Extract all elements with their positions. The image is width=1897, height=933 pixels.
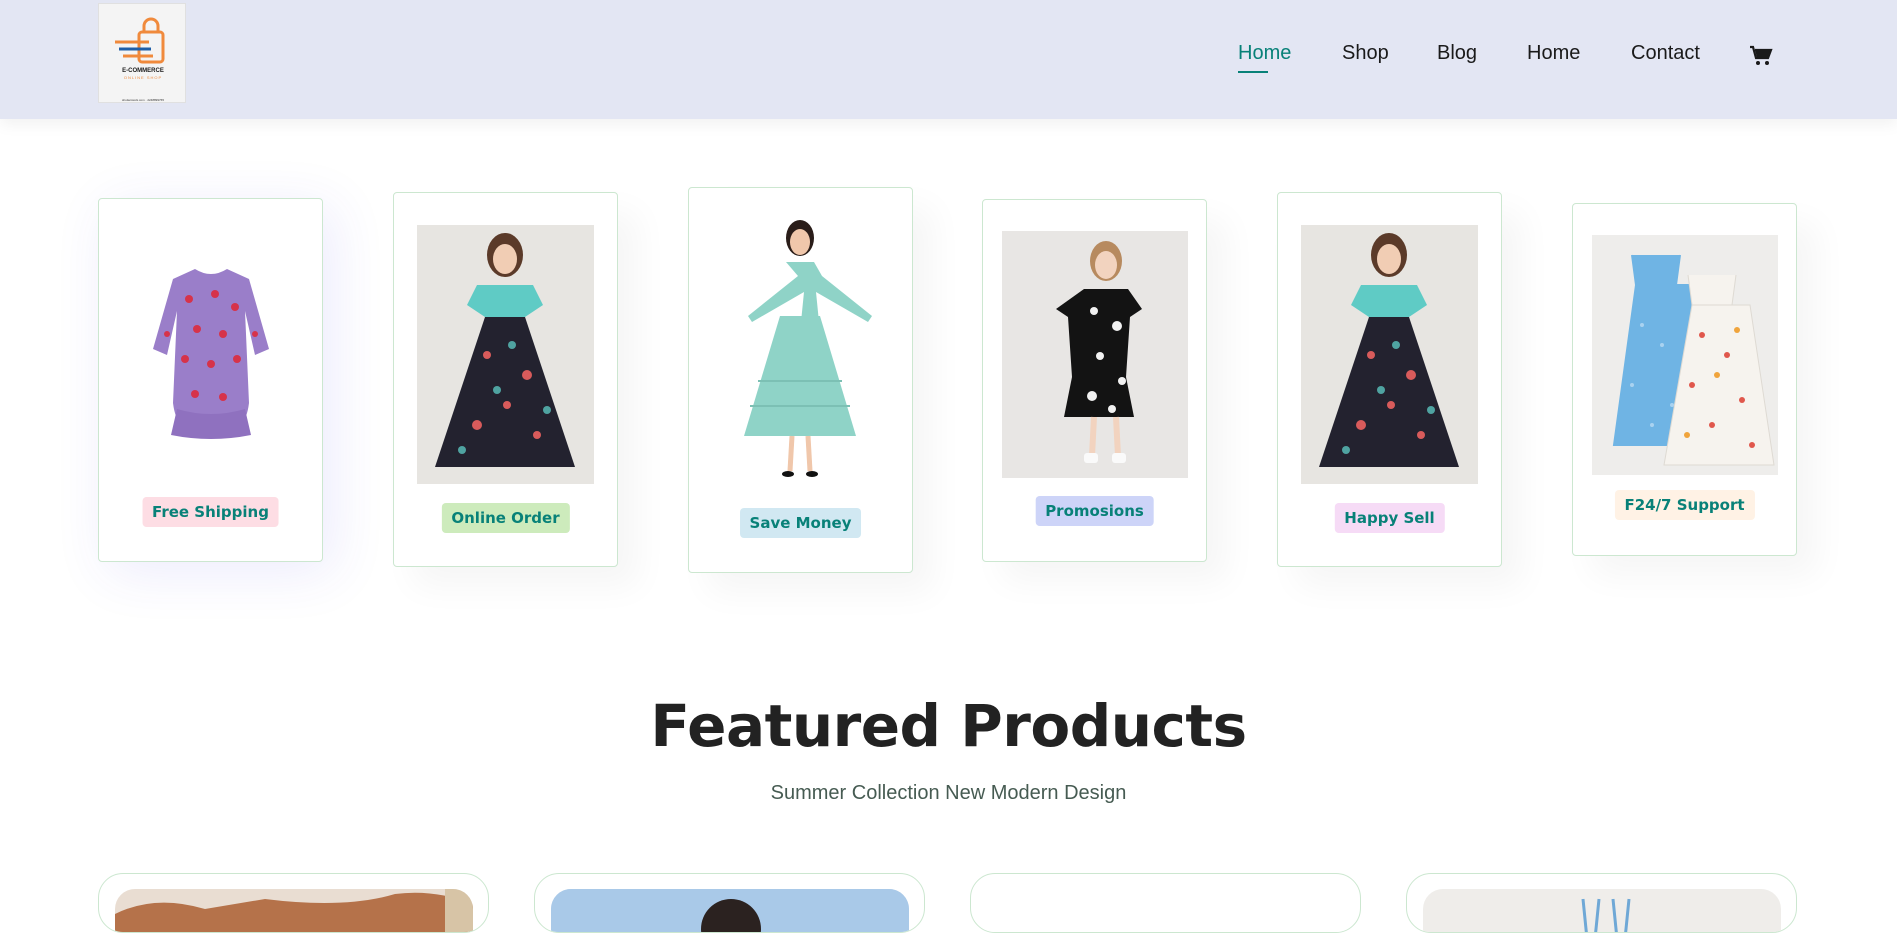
feature-label: Online Order [441,503,570,533]
product-card[interactable] [1406,873,1797,933]
nav-home[interactable]: Home [1238,42,1291,65]
nav-shop[interactable]: Shop [1342,42,1389,65]
feature-box-promosions[interactable]: Promosions [982,199,1207,562]
feature-box-save-money[interactable]: Save Money [688,187,913,573]
feature-image-teal-top-skirt [1301,225,1478,484]
active-nav-underline [1238,71,1268,73]
featured-products-title: Featured Products [650,692,1247,760]
logo-footer: shutterstock.com · 2248899765 [121,98,165,102]
feature-box-online-order[interactable]: Online Order [393,192,618,567]
feature-image-sundresses [1592,235,1778,475]
site-header: E-COMMERCE ONLINE SHOP shutterstock.com … [0,0,1897,119]
feature-image-black-floral-dress [1002,231,1188,478]
feature-label: Save Money [739,508,862,538]
feature-box-support[interactable]: F24/7 Support [1572,203,1797,556]
product-image [115,889,473,932]
product-card[interactable] [98,873,489,933]
logo-subtitle: ONLINE SHOP [123,75,163,80]
shopping-cart-icon[interactable] [1749,44,1773,68]
feature-label: F24/7 Support [1614,490,1755,520]
product-card[interactable] [534,873,925,933]
feature-image-teal-top-skirt [417,225,594,484]
feature-box-happy-sell[interactable]: Happy Sell [1277,192,1502,567]
feature-label: Happy Sell [1334,503,1445,533]
product-image [551,889,909,932]
feature-box-free-shipping[interactable]: Free Shipping [98,198,323,562]
feature-label: Free Shipping [142,497,279,527]
nav-blog[interactable]: Blog [1437,42,1477,65]
main-nav: Home Shop Blog Home Contact [0,42,1897,73]
product-image [1423,889,1781,932]
product-card[interactable] [970,873,1361,933]
nav-home-2[interactable]: Home [1527,42,1580,65]
feature-image-purple-dress [137,259,285,444]
feature-label: Promosions [1035,496,1154,526]
featured-products-subtitle: Summer Collection New Modern Design [770,782,1127,804]
product-image [987,889,1345,932]
feature-image-mint-dress [712,216,889,481]
nav-contact[interactable]: Contact [1631,42,1700,65]
